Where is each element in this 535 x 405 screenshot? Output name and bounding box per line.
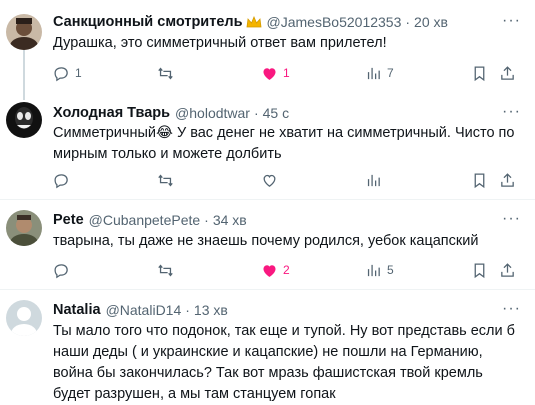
- tweet-text: тварына, ты даже не знаешь почему родилс…: [53, 233, 479, 249]
- author-handle[interactable]: @CubanpetePete: [89, 212, 201, 228]
- timestamp[interactable]: 45 с: [263, 105, 289, 121]
- views-button[interactable]: 5: [365, 260, 394, 280]
- views-icon: [367, 174, 380, 186]
- reply-button[interactable]: 1: [53, 63, 82, 83]
- author-name[interactable]: Холодная Тварь: [53, 105, 170, 121]
- avatar[interactable]: [6, 210, 42, 246]
- share-icon: [501, 172, 514, 187]
- retweet-icon: [158, 67, 173, 79]
- timestamp[interactable]: 34 хв: [213, 212, 247, 228]
- more-options-icon[interactable]: ···: [502, 103, 521, 121]
- separator: ·: [185, 302, 190, 318]
- share-button[interactable]: [499, 170, 516, 190]
- more-options-icon[interactable]: ···: [502, 300, 521, 318]
- reply-button[interactable]: [53, 260, 70, 280]
- share-icon: [501, 262, 514, 277]
- bookmark-button[interactable]: [471, 170, 488, 190]
- heart-icon: [263, 174, 276, 187]
- action-bar: 1 1 7: [53, 63, 523, 83]
- bookmark-icon: [474, 65, 485, 81]
- reply-feed: Санкционный смотритель @JamesBo52012353 …: [0, 0, 535, 404]
- author-handle[interactable]: @holodtwar: [175, 105, 250, 121]
- avatar[interactable]: [6, 300, 42, 336]
- heart-filled-icon: [263, 67, 276, 80]
- more-options-icon[interactable]: ···: [502, 210, 521, 228]
- bookmark-button[interactable]: [471, 63, 488, 83]
- like-count: 2: [283, 263, 290, 277]
- tweet-4[interactable]: Natalia @NataliD14 · 13 хв ··· Ты мало т…: [0, 290, 535, 404]
- separator: ·: [204, 212, 209, 228]
- author-handle[interactable]: @NataliD14: [106, 302, 182, 318]
- author-name[interactable]: Pete: [53, 212, 84, 228]
- action-bar: 2 5: [53, 260, 523, 280]
- views-icon: [367, 67, 380, 79]
- tweet-text: Ты мало того что подонок, так еще и тупо…: [53, 323, 515, 402]
- tweet-1[interactable]: Санкционный смотритель @JamesBo52012353 …: [0, 0, 535, 100]
- retweet-button[interactable]: [157, 63, 174, 83]
- views-count: 7: [387, 66, 394, 80]
- bookmark-icon: [474, 172, 485, 188]
- like-button[interactable]: 1: [261, 63, 290, 83]
- retweet-button[interactable]: [157, 260, 174, 280]
- tweet-text: Симметричный😂 У вас денег не хватит на с…: [53, 125, 515, 162]
- tweet-3[interactable]: Pete @CubanpetePete · 34 хв ··· тварына,…: [0, 200, 535, 290]
- reply-icon: [54, 66, 68, 81]
- views-icon: [367, 264, 380, 276]
- views-button[interactable]: 7: [365, 63, 394, 83]
- avatar[interactable]: [6, 14, 42, 50]
- avatar[interactable]: [6, 102, 42, 138]
- views-count: 5: [387, 263, 394, 277]
- crown-badge-icon: [246, 15, 262, 29]
- like-button[interactable]: 2: [261, 260, 290, 280]
- reply-icon: [54, 173, 68, 188]
- retweet-icon: [158, 174, 173, 186]
- separator: ·: [405, 14, 411, 30]
- author-name[interactable]: Санкционный смотритель: [53, 14, 243, 30]
- author-name[interactable]: Natalia: [53, 302, 101, 318]
- retweet-button[interactable]: [157, 170, 174, 190]
- tweet-2[interactable]: Холодная Тварь @holodtwar · 45 с ··· Сим…: [0, 92, 535, 200]
- share-button[interactable]: [499, 63, 516, 83]
- separator: ·: [253, 105, 259, 121]
- bookmark-icon: [474, 262, 485, 278]
- like-count: 1: [283, 66, 290, 80]
- heart-filled-icon: [263, 264, 276, 277]
- reply-button[interactable]: [53, 170, 70, 190]
- like-button[interactable]: [261, 170, 278, 190]
- author-handle[interactable]: @JamesBo52012353: [267, 14, 402, 30]
- timestamp[interactable]: 13 хв: [194, 302, 228, 318]
- share-icon: [501, 65, 514, 80]
- more-options-icon[interactable]: ···: [502, 12, 521, 30]
- retweet-icon: [158, 264, 173, 276]
- share-button[interactable]: [499, 260, 516, 280]
- tweet-text: Дурашка, это симметричный ответ вам прил…: [53, 35, 387, 51]
- views-button[interactable]: [365, 170, 382, 190]
- reply-count: 1: [75, 66, 82, 80]
- timestamp[interactable]: 20 хв: [414, 14, 448, 30]
- action-bar: [53, 170, 523, 190]
- bookmark-button[interactable]: [471, 260, 488, 280]
- reply-icon: [54, 263, 68, 278]
